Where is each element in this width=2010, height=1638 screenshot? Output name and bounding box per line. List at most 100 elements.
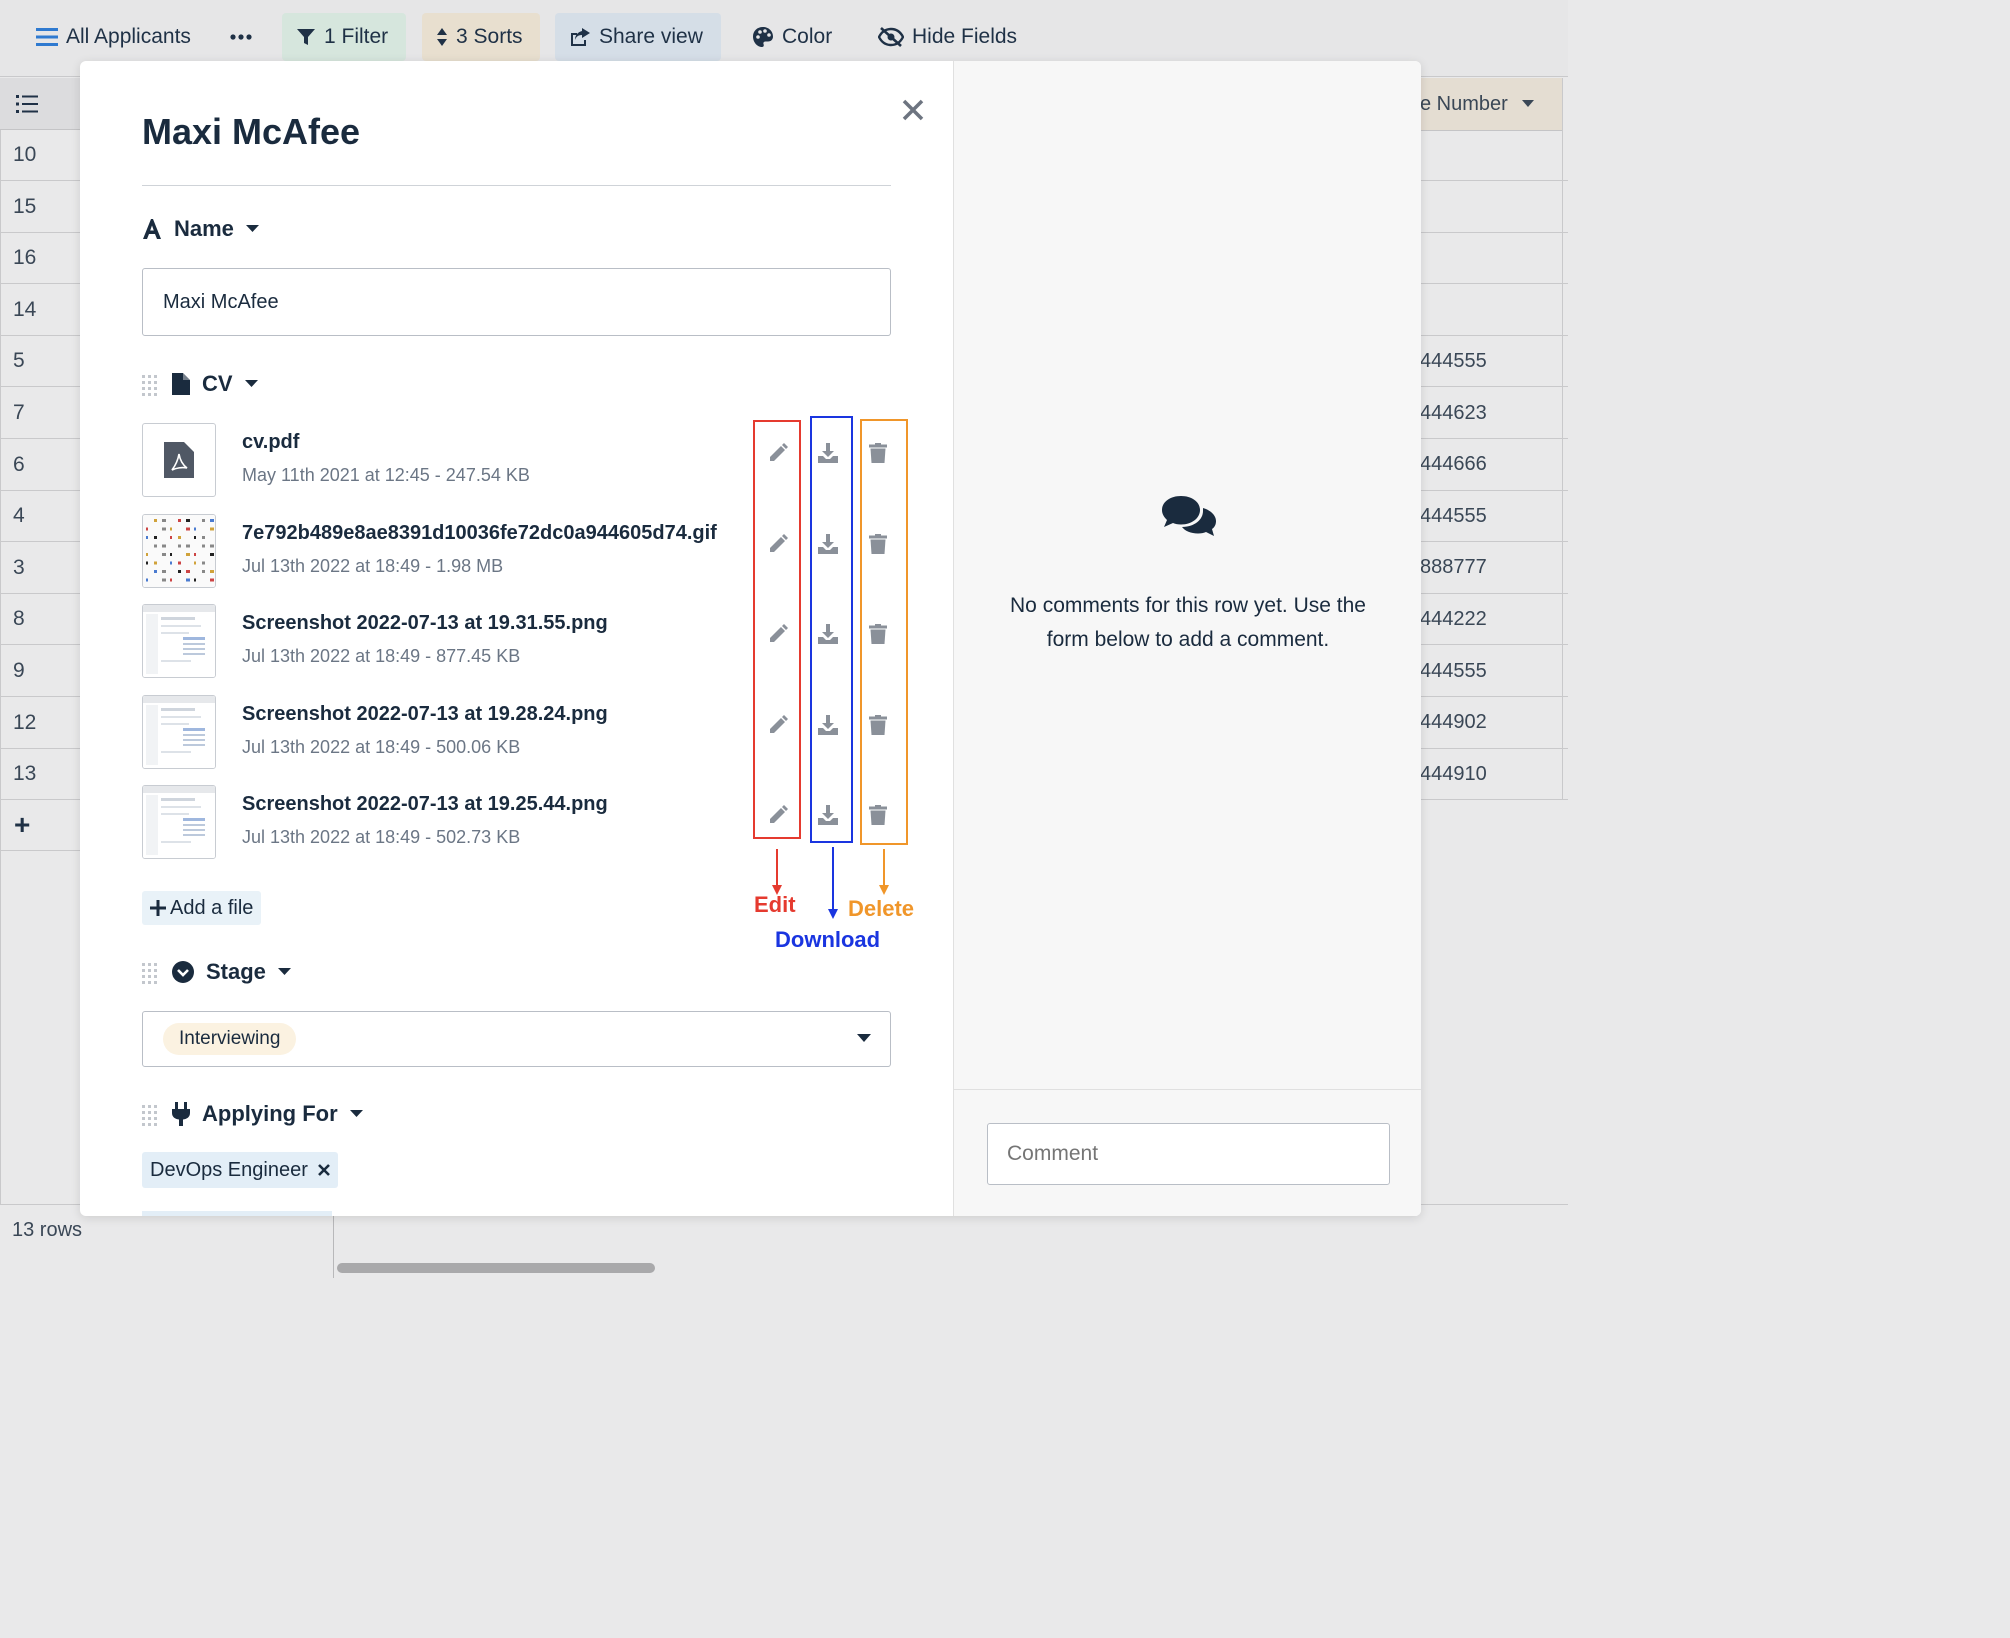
applying-for-label-text: Applying For [202, 1101, 338, 1126]
chevron-down-icon [857, 1034, 871, 1042]
row-number[interactable]: 8 [0, 594, 80, 646]
linked-row-tag[interactable]: DevOps Engineer [142, 1152, 338, 1188]
color-button[interactable]: Color [738, 13, 846, 61]
stage-field-label[interactable]: Stage [172, 959, 291, 985]
stage-option-pill: Interviewing [163, 1023, 297, 1055]
add-row-button[interactable]: + [0, 800, 80, 851]
row-number[interactable]: 15 [0, 182, 80, 233]
chevron-down-icon [1521, 100, 1534, 107]
phone-number-cell[interactable]: 444222 [1420, 594, 1568, 646]
name-field-label[interactable]: Name [142, 216, 259, 242]
share-view-button[interactable]: Share view [555, 13, 721, 61]
hide-fields-button[interactable]: Hide Fields [864, 13, 1031, 61]
share-icon [571, 28, 590, 46]
phone-number-cell[interactable] [1420, 130, 1568, 181]
file-item[interactable]: 7e792b489e8ae8391d10036fe72dc0a944605d74… [142, 513, 742, 590]
file-name[interactable]: Screenshot 2022-07-13 at 19.25.44.png [242, 793, 608, 816]
phone-number-cell[interactable] [1420, 182, 1568, 233]
phone-number-cell[interactable]: 444555 [1420, 646, 1568, 697]
edit-column-highlight [753, 420, 801, 839]
row-number[interactable]: 9 [0, 646, 80, 697]
close-button[interactable] [898, 95, 928, 125]
comment-form [954, 1089, 1421, 1216]
row-number[interactable]: 4 [0, 491, 80, 543]
row-number[interactable]: 5 [0, 336, 80, 388]
drag-handle-icon[interactable] [142, 962, 158, 984]
phone-number-cell[interactable]: 444910 [1420, 749, 1568, 801]
chevron-down-icon [244, 380, 258, 387]
share-label: Share view [599, 25, 703, 48]
sorts-button[interactable]: 3 Sorts [422, 13, 540, 61]
phone-number-cell[interactable]: 444902 [1420, 698, 1568, 749]
no-comments-message: No comments for this row yet. Use the fo… [954, 589, 1421, 657]
file-name[interactable]: Screenshot 2022-07-13 at 19.28.24.png [242, 703, 608, 726]
file-item[interactable]: Screenshot 2022-07-13 at 19.28.24.png Jul… [142, 694, 742, 771]
phone-number-cell[interactable]: 444555 [1420, 336, 1568, 388]
filter-button[interactable]: 1 Filter [282, 13, 406, 61]
applying-for-field-label[interactable]: Applying For [172, 1101, 363, 1127]
file-name[interactable]: 7e792b489e8ae8391d10036fe72dc0a944605d74… [242, 522, 717, 545]
image-thumbnail [143, 695, 215, 768]
drag-handle-icon[interactable] [142, 374, 158, 396]
row-number[interactable]: 12 [0, 698, 80, 749]
view-name: All Applicants [66, 25, 191, 48]
file-item[interactable]: cv.pdf May 11th 2021 at 12:45 - 247.54 KB [142, 423, 742, 499]
next-field-partial [142, 1211, 332, 1216]
row-number[interactable]: 3 [0, 543, 80, 594]
sort-icon [437, 28, 447, 46]
pdf-icon [164, 442, 194, 483]
eye-slash-icon [878, 27, 904, 47]
file-meta: Jul 13th 2022 at 18:49 - 877.45 KB [242, 646, 521, 666]
file-name[interactable]: cv.pdf [242, 431, 299, 454]
numbered-list-icon [16, 94, 38, 113]
name-input[interactable]: Maxi McAfee [142, 268, 891, 336]
row-number[interactable]: 14 [0, 285, 80, 336]
view-selector[interactable]: All Applicants [22, 13, 205, 61]
stage-label-text: Stage [206, 959, 266, 984]
phone-number-cell[interactable]: 888777 [1420, 543, 1568, 594]
remove-icon[interactable] [317, 1164, 330, 1176]
download-annotation: Download [775, 927, 881, 952]
file-thumbnail[interactable] [142, 423, 216, 497]
stage-select[interactable]: Interviewing [142, 1011, 891, 1067]
name-input-value: Maxi McAfee [163, 290, 279, 313]
modal-title: Maxi McAfee [142, 111, 361, 152]
row-number[interactable]: 16 [0, 233, 80, 285]
no-comments-text: No comments for this row yet. Use the fo… [1010, 594, 1366, 651]
image-thumbnail [143, 605, 215, 677]
filter-label: 1 Filter [324, 25, 389, 48]
file-thumbnail[interactable] [142, 785, 216, 859]
file-thumbnail[interactable] [142, 513, 216, 588]
view-options-button[interactable] [216, 13, 274, 61]
phone-number-cell[interactable] [1420, 233, 1568, 285]
file-icon [172, 373, 190, 395]
row-number[interactable]: 7 [0, 388, 80, 439]
phone-number-cell[interactable]: 444623 [1420, 388, 1568, 439]
cv-field-label[interactable]: CV [172, 371, 258, 397]
phone-number-cell[interactable]: 444666 [1420, 440, 1568, 491]
image-thumbnail [143, 514, 215, 587]
add-file-button[interactable]: Add a file [142, 891, 262, 925]
add-file-label: Add a file [170, 896, 254, 919]
horizontal-scrollbar[interactable] [337, 1263, 655, 1273]
phone-number-cell[interactable]: 444555 [1420, 491, 1568, 543]
chevron-down-icon [245, 225, 259, 232]
file-thumbnail[interactable] [142, 694, 216, 769]
file-name[interactable]: Screenshot 2022-07-13 at 19.31.55.png [242, 612, 608, 635]
file-item[interactable]: Screenshot 2022-07-13 at 19.25.44.png Jul… [142, 785, 742, 861]
hamburger-icon [36, 28, 58, 46]
edit-annotation: Edit [754, 892, 796, 917]
file-item[interactable]: Screenshot 2022-07-13 at 19.31.55.png Jul… [142, 604, 742, 680]
drag-handle-icon[interactable] [142, 1104, 158, 1126]
row-number[interactable]: 13 [0, 749, 80, 801]
row-number[interactable]: 10 [0, 130, 80, 181]
comment-input[interactable] [987, 1123, 1390, 1185]
comments-panel: No comments for this row yet. Use the fo… [953, 61, 1421, 1216]
phone-number-cell[interactable] [1420, 285, 1568, 336]
phone-number-header[interactable]: e Number [1420, 78, 1562, 131]
file-meta: Jul 13th 2022 at 18:49 - 502.73 KB [242, 827, 521, 847]
row-number[interactable]: 6 [0, 440, 80, 491]
file-thumbnail[interactable] [142, 604, 216, 678]
chevron-down-icon [277, 968, 291, 975]
plug-icon [172, 1102, 190, 1126]
